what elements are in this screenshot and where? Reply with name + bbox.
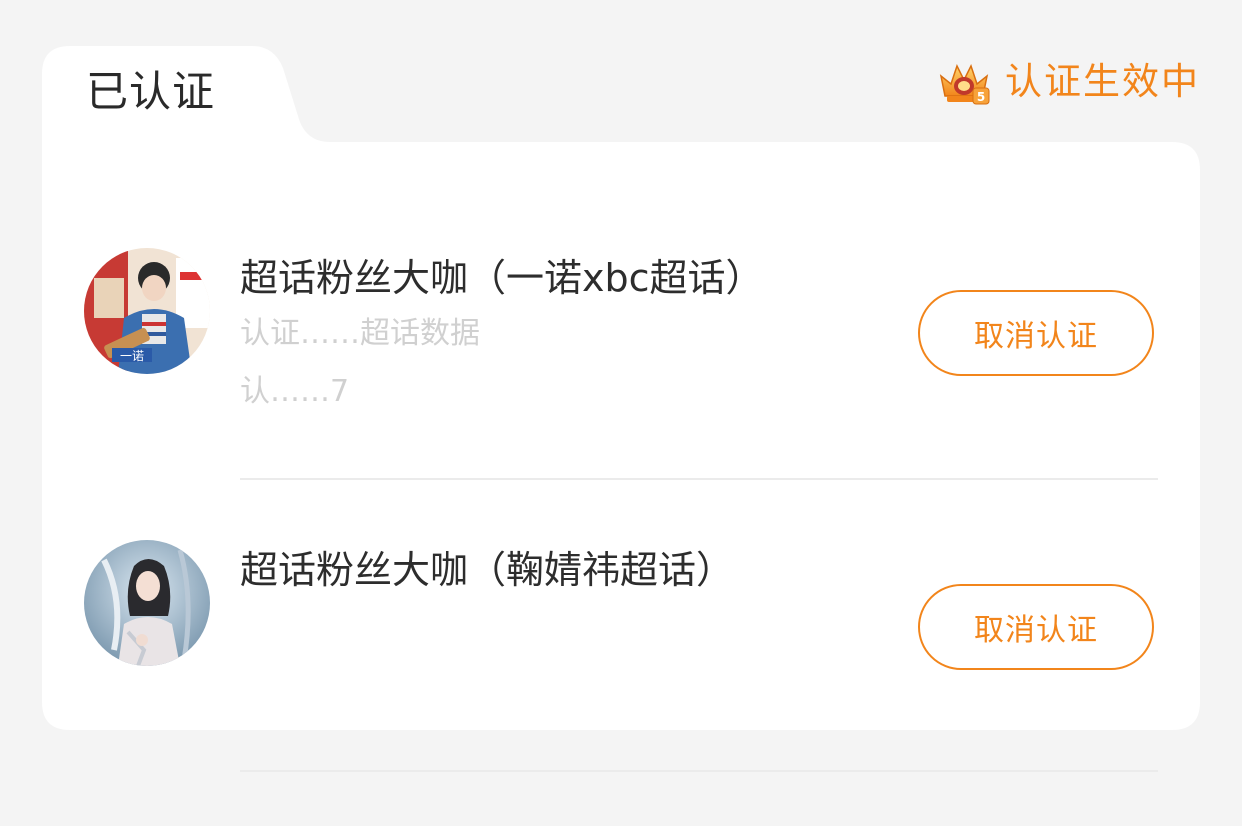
certification-card: 已认证 5 认证生效中 一诺 超话粉丝大咖（一诺xbc超话） 认证……超话数据 … — [42, 46, 1200, 772]
item-date: 认……7 — [240, 374, 350, 409]
list-item: 一诺 超话粉丝大咖（一诺xbc超话） 认证……超话数据 认……7 取消认证 — [84, 188, 1158, 480]
status-indicator: 5 认证生效中 — [935, 56, 1200, 108]
avatar[interactable] — [84, 540, 210, 666]
avatar-photo: 一诺 — [84, 248, 210, 374]
svg-text:5: 5 — [977, 90, 985, 104]
avatar-photo — [84, 540, 210, 666]
avatar[interactable]: 一诺 — [84, 248, 210, 374]
item-title: 超话粉丝大咖（一诺xbc超话） — [240, 256, 764, 300]
divider — [240, 770, 1158, 772]
cancel-certification-button[interactable]: 取消认证 — [918, 584, 1154, 670]
list-item: 超话粉丝大咖（鞠婧祎超话） 取消认证 — [84, 480, 1158, 772]
item-description: 认证……超话数据 — [240, 316, 480, 351]
tab-certified[interactable]: 已认证 — [86, 66, 215, 118]
status-text: 认证生效中 — [1005, 60, 1200, 103]
svg-text:一诺: 一诺 — [120, 349, 144, 363]
crown-badge-icon: 5 — [939, 64, 990, 105]
cancel-certification-button[interactable]: 取消认证 — [918, 290, 1154, 376]
item-title: 超话粉丝大咖（鞠婧祎超话） — [240, 548, 735, 592]
